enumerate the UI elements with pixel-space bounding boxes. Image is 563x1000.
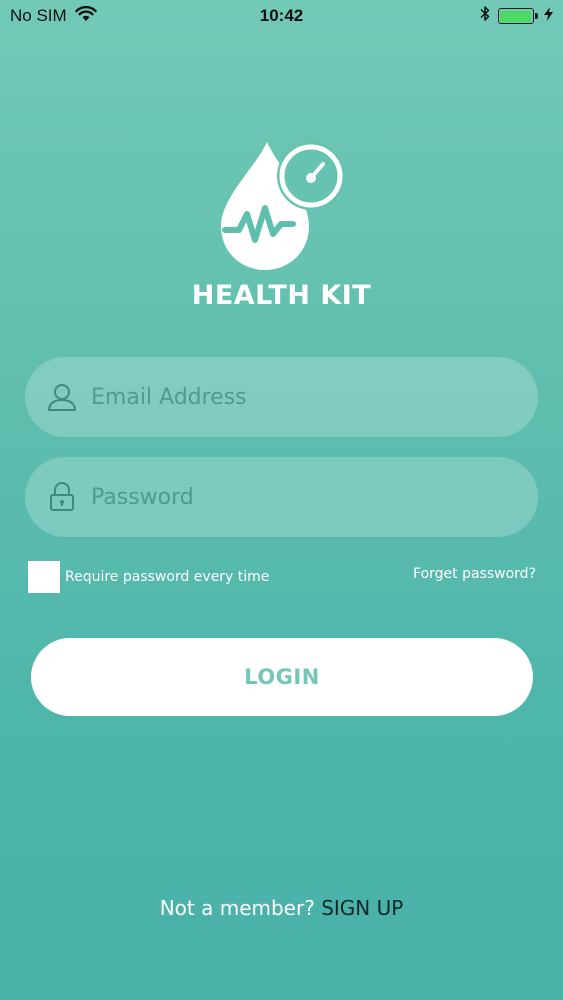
status-bar: No SIM 10:42 xyxy=(0,0,563,32)
require-password-option: Require password every time xyxy=(28,560,270,593)
lock-icon xyxy=(45,480,79,514)
charging-bolt-icon xyxy=(543,6,553,26)
status-time: 10:42 xyxy=(259,6,304,25)
require-password-label: Require password every time xyxy=(65,568,270,585)
login-options-row: Require password every time Forget passw… xyxy=(28,560,536,593)
bluetooth-icon xyxy=(480,5,490,27)
login-button[interactable]: LOGIN xyxy=(31,638,533,716)
email-input[interactable] xyxy=(89,356,538,438)
carrier-label: No SIM xyxy=(10,6,67,25)
password-input[interactable] xyxy=(89,456,538,538)
battery-icon xyxy=(497,8,538,24)
app-logo xyxy=(215,138,347,274)
forget-password-link[interactable]: Forget password? xyxy=(413,566,536,582)
wifi-icon xyxy=(74,5,97,27)
signup-link[interactable]: SIGN UP xyxy=(321,896,403,920)
status-right xyxy=(393,5,553,27)
signup-row: Not a member? SIGN UP xyxy=(0,896,563,920)
require-password-checkbox[interactable] xyxy=(28,560,60,593)
email-field-container[interactable] xyxy=(25,356,538,438)
app-title: HEALTH KIT xyxy=(191,280,372,311)
password-field-container[interactable] xyxy=(25,456,538,538)
water-drop-heartbeat-gauge-icon xyxy=(221,142,345,270)
signup-prompt: Not a member? xyxy=(159,896,322,920)
status-left: No SIM xyxy=(10,5,170,27)
user-icon xyxy=(45,380,79,414)
battery-fill xyxy=(500,10,532,22)
